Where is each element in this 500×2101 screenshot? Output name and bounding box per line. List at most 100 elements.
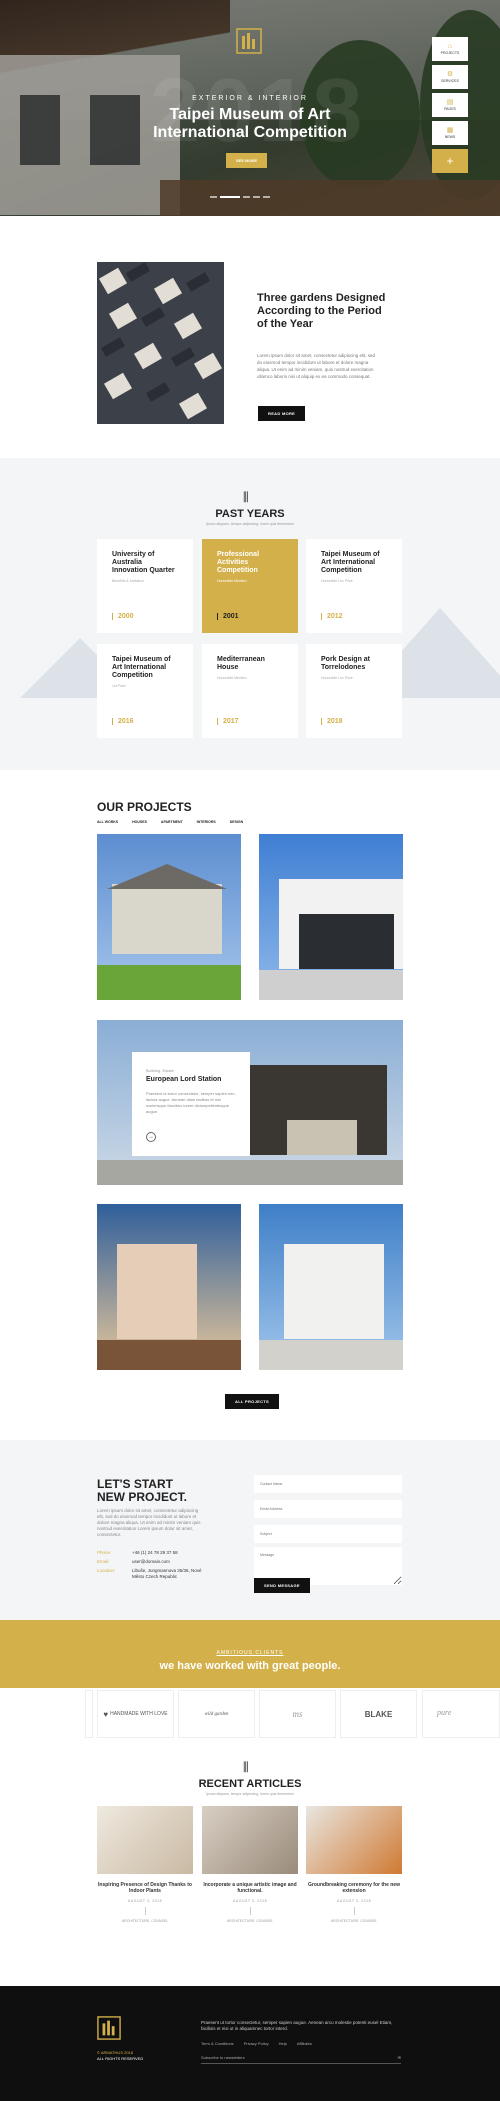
article-image[interactable] <box>97 1806 193 1874</box>
send-message-button[interactable]: SEND MESSAGE <box>254 1578 310 1593</box>
project-filters: ALL WORKS HOUSES APARTMENT INTERIORS DES… <box>97 820 243 824</box>
project-image[interactable] <box>97 834 241 1000</box>
award-sub: 1st Prize <box>112 684 126 688</box>
footer-logo-icon[interactable] <box>97 2016 121 2040</box>
award-year: 2001 <box>217 613 239 620</box>
featured-desc: Praesent ut tortor consectetur, semper s… <box>146 1091 236 1114</box>
mail-icon[interactable]: ✉ <box>398 2055 401 2060</box>
award-card[interactable]: Mediterranean House Honorable Mention 20… <box>202 644 298 738</box>
article-category[interactable]: ARCHITECTURE, COUNSEL <box>306 1919 402 1923</box>
award-card[interactable]: Pork Design at Torrelodones Honorable Lu… <box>306 644 402 738</box>
read-more-button[interactable]: READ MORE <box>258 406 306 421</box>
email-field[interactable] <box>254 1500 402 1518</box>
photo-roof <box>140 307 166 327</box>
newsletter-label[interactable]: Subscribe to newsletters <box>201 2055 245 2060</box>
client-logo-text: wild garden <box>204 1711 229 1717</box>
article-card[interactable]: Incorporate a unique artistic image and … <box>202 1806 298 1923</box>
copyright-line1: © ARMATHUS 2018 <box>97 2050 133 2055</box>
phone-label: Phone: <box>97 1550 112 1555</box>
filter-houses[interactable]: HOUSES <box>132 820 147 824</box>
clients-section: AMBITIOUS CLIENTS we have worked with gr… <box>0 1620 500 1744</box>
filter-apartment[interactable]: APARTMENT <box>161 820 183 824</box>
footer-link-help[interactable]: Help <box>279 2041 287 2046</box>
slider-dot[interactable] <box>253 196 260 198</box>
photo-house <box>133 342 163 370</box>
side-menu-label: PROJECTS <box>440 51 460 55</box>
photo-house <box>178 392 208 420</box>
award-year: 2018 <box>321 718 343 725</box>
email-value[interactable]: user@domain.com <box>132 1559 202 1565</box>
see-more-button[interactable]: SEE MORE <box>226 153 268 168</box>
filter-design[interactable]: DESIGN <box>230 820 243 824</box>
article-divider <box>249 1907 251 1915</box>
slider-dot[interactable] <box>210 196 217 198</box>
award-title: University of Australia Innovation Quart… <box>112 551 175 574</box>
client-logo[interactable]: wild garden <box>178 1690 255 1738</box>
subject-field[interactable] <box>254 1525 402 1543</box>
slider-dot[interactable] <box>243 196 250 198</box>
side-menu-news[interactable]: ▦ NEWS <box>432 121 468 145</box>
all-projects-button[interactable]: ALL PROJECTS <box>225 1394 279 1409</box>
photo-roof <box>100 337 126 357</box>
image-driveway <box>259 970 403 1000</box>
article-image[interactable] <box>202 1806 298 1874</box>
award-card-featured[interactable]: Professional Activities Competition Hono… <box>202 539 298 633</box>
award-card[interactable]: Taipei Museum of Art International Compe… <box>306 539 402 633</box>
clients-eyebrow[interactable]: AMBITIOUS CLIENTS <box>0 1650 500 1656</box>
client-logo[interactable]: ♥ HANDMADE WITH LOVE <box>97 1690 174 1738</box>
logo-mark-icon: ⫼ <box>243 1760 249 1774</box>
newsletter-subscribe[interactable]: Subscribe to newsletters ✉ <box>201 2055 401 2064</box>
article-title[interactable]: Groundbreaking ceremony for the new exte… <box>306 1882 402 1894</box>
award-card[interactable]: Taipei Museum of Art International Compe… <box>97 644 193 738</box>
featured-project-card[interactable]: Building, Estate European Lord Station P… <box>132 1052 250 1156</box>
image-deck <box>97 1340 241 1370</box>
project-image[interactable] <box>97 1204 241 1370</box>
award-card[interactable]: University of Australia Innovation Quart… <box>97 539 193 633</box>
contact-title-line1: LET'S START <box>97 1477 173 1491</box>
contact-name-field[interactable] <box>254 1475 402 1493</box>
photo-house <box>153 277 183 305</box>
photo-house <box>103 372 133 400</box>
article-title[interactable]: Incorporate a unique artistic image and … <box>202 1882 298 1894</box>
client-logo-text: pure <box>437 1708 452 1717</box>
logo-icon[interactable] <box>236 28 262 54</box>
project-image[interactable] <box>259 834 403 1000</box>
client-logo[interactable]: BLAKE <box>340 1690 417 1738</box>
article-title[interactable]: Inspiring Presence of Design Thanks to I… <box>97 1882 193 1894</box>
plus-button[interactable]: + <box>432 149 468 173</box>
side-menu-pages[interactable]: ▤ PAGES <box>432 93 468 117</box>
side-menu-services[interactable]: ⚙ SERVICES <box>432 65 468 89</box>
slider-dot-active[interactable] <box>220 196 240 198</box>
project-image[interactable] <box>259 1204 403 1370</box>
filter-all-works[interactable]: ALL WORKS <box>97 820 118 824</box>
side-menu-label: SERVICES <box>441 79 459 83</box>
side-menu-projects[interactable]: ⌂ PROJECTS <box>432 37 468 61</box>
arrow-right-icon[interactable]: → <box>146 1132 156 1142</box>
image-glass <box>299 914 394 969</box>
slider-dot[interactable] <box>263 196 270 198</box>
article-card[interactable]: Groundbreaking ceremony for the new exte… <box>306 1806 402 1923</box>
gear-icon: ⚙ <box>446 71 454 78</box>
footer-link-terms[interactable]: Term & Conditions <box>201 2041 234 2046</box>
hero-title-line2: International Competition <box>153 124 347 141</box>
hero-section: 2018 EXTERIOR & INTERIOR Taipei Museum o… <box>0 0 500 216</box>
footer-links: Term & Conditions Privacy Policy Help Af… <box>201 2041 312 2046</box>
award-title: Professional Activities Competition <box>217 551 260 574</box>
client-logo[interactable]: ms <box>259 1690 336 1738</box>
copyright-line2: ALL RIGHTS RESERVED <box>97 2056 144 2061</box>
filter-interiors[interactable]: INTERIORS <box>197 820 216 824</box>
article-card[interactable]: Inspiring Presence of Design Thanks to I… <box>97 1806 193 1923</box>
contact-title-line2: NEW PROJECT. <box>97 1490 188 1504</box>
footer-link-affiliates[interactable]: Affiliates <box>297 2041 312 2046</box>
carousel-edge[interactable]: pure <box>422 1690 500 1738</box>
slider-dots <box>210 196 270 198</box>
article-category[interactable]: ARCHITECTURE, COUNSEL <box>97 1919 193 1923</box>
article-image[interactable] <box>306 1806 402 1874</box>
newspaper-icon: ▦ <box>446 127 454 134</box>
contact-location-row: Location: Libuše, Jungmannova 35/36, Nov… <box>97 1568 202 1580</box>
hero-title: Taipei Museum of Art International Compe… <box>0 106 500 142</box>
footer-link-privacy[interactable]: Privacy Policy <box>244 2041 269 2046</box>
client-logo-text: BLAKE <box>364 1709 393 1719</box>
article-category[interactable]: ARCHITECTURE, COUNSEL <box>202 1919 298 1923</box>
hero-eyebrow: EXTERIOR & INTERIOR <box>192 95 308 102</box>
